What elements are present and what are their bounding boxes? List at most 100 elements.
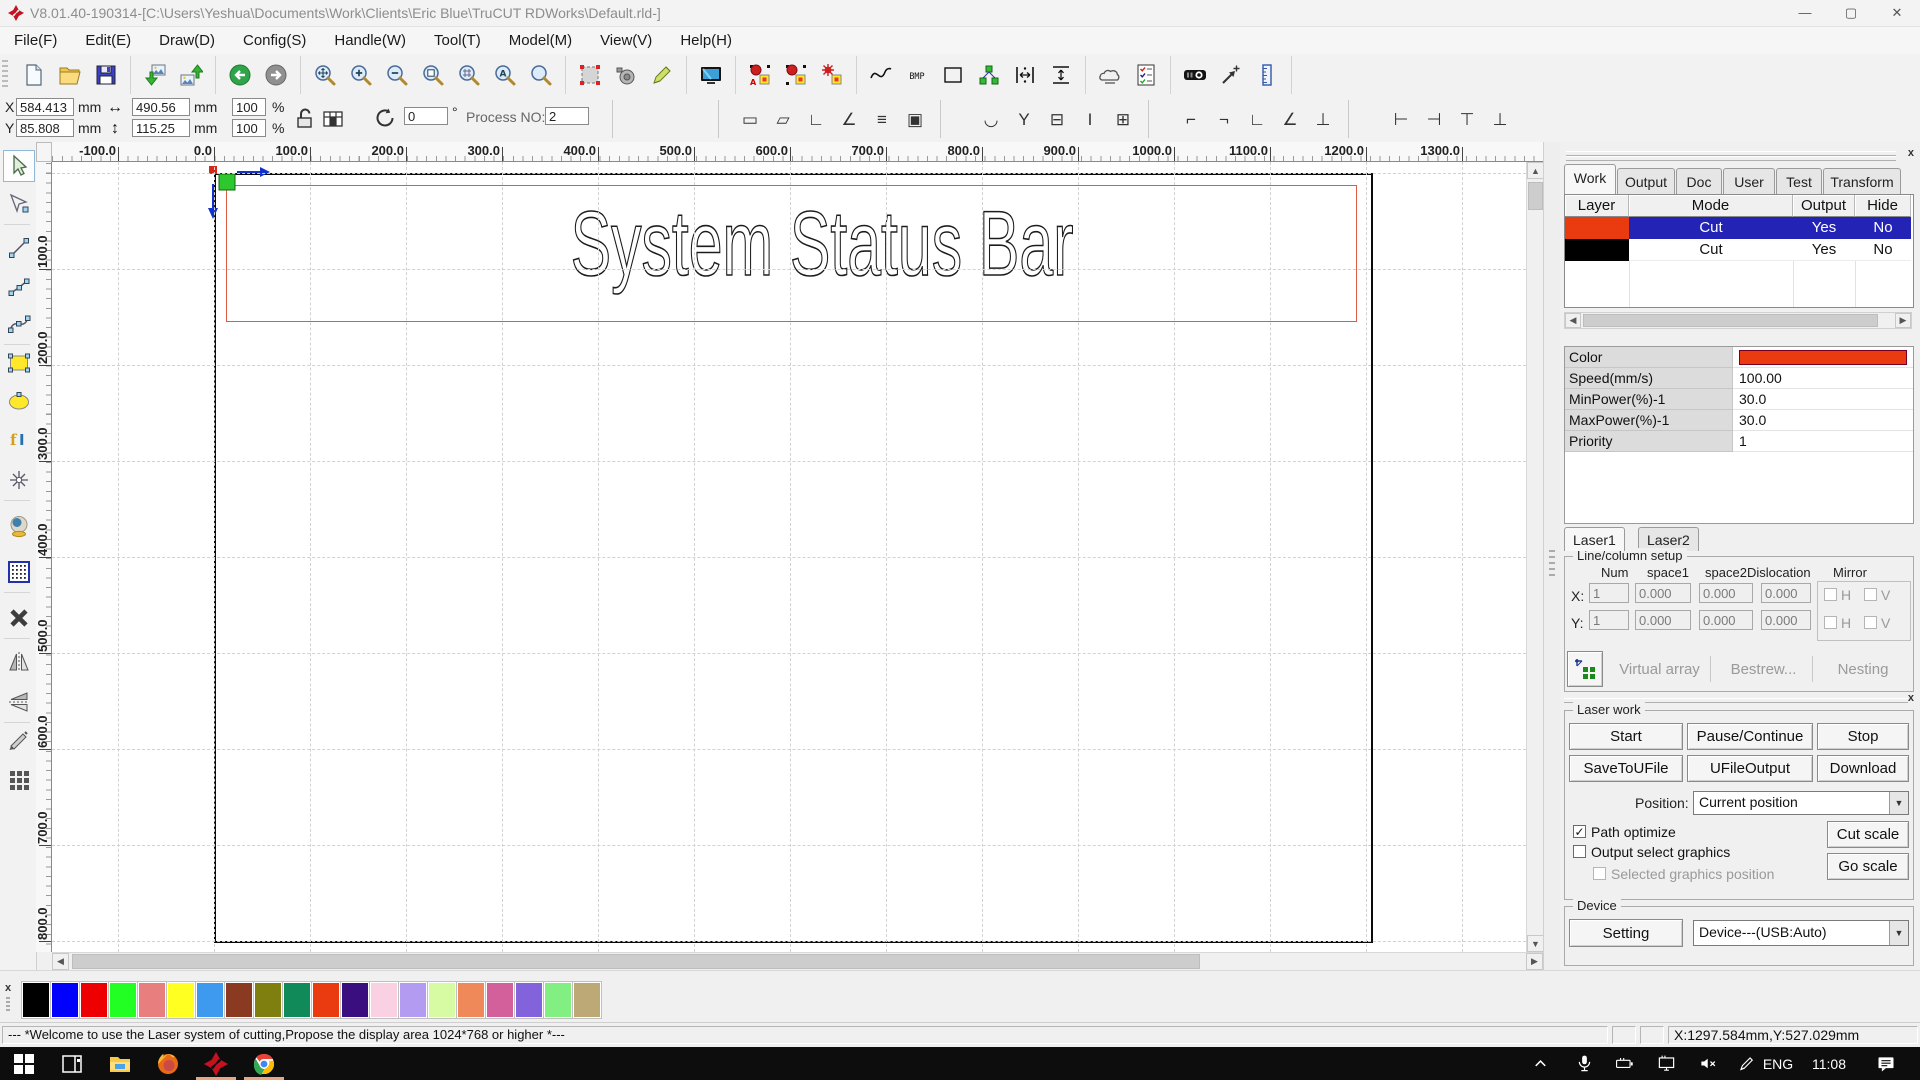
taskbar-start-button[interactable] — [0, 1050, 48, 1077]
palette-color-swatch[interactable] — [21, 981, 51, 1019]
scroll-up-button[interactable]: ▲ — [1527, 162, 1544, 179]
layer-scroll-left[interactable]: ◀ — [1565, 313, 1581, 328]
zoom-out-button[interactable] — [379, 57, 415, 93]
vscroll-thumb[interactable] — [1528, 182, 1543, 210]
tool-mirror-horizontal-button[interactable] — [3, 646, 35, 678]
maximize-button[interactable]: ▢ — [1828, 0, 1874, 26]
close-path-icon[interactable]: ⊟ — [1041, 104, 1073, 136]
drawing-canvas[interactable]: System Status Bar — [52, 162, 1526, 952]
taskbar-task-view-button[interactable] — [48, 1050, 96, 1077]
array-x-dislocation-input[interactable] — [1761, 583, 1811, 603]
language-indicator[interactable]: ENG — [1758, 1051, 1798, 1076]
palette-color-swatch[interactable] — [398, 981, 428, 1019]
palette-color-swatch[interactable] — [137, 981, 167, 1019]
trim-icon[interactable]: ▱ — [767, 104, 799, 136]
download-button[interactable]: Download — [1817, 755, 1909, 782]
palette-color-swatch[interactable] — [340, 981, 370, 1019]
tab-transform[interactable]: Transform — [1823, 168, 1901, 194]
tool-bezier-button[interactable] — [3, 308, 35, 340]
palette-color-swatch[interactable] — [514, 981, 544, 1019]
scroll-down-button[interactable]: ▼ — [1527, 935, 1544, 952]
palette-color-swatch[interactable] — [166, 981, 196, 1019]
tool-array-copy-button[interactable] — [3, 764, 35, 796]
palette-color-swatch[interactable] — [50, 981, 80, 1019]
width-scale-input[interactable] — [232, 98, 266, 116]
layer-row-output[interactable]: Yes — [1793, 217, 1855, 239]
save-to-ufile-button[interactable]: SaveToUFile — [1569, 755, 1683, 782]
palette-color-swatch[interactable] — [572, 981, 602, 1019]
align-corner-bl-icon[interactable]: ∟ — [1241, 104, 1273, 136]
array-y-space2-input[interactable] — [1699, 610, 1753, 630]
node-edit-warn-button[interactable]: A — [742, 57, 778, 93]
node-edit-star-button[interactable] — [814, 57, 850, 93]
zoom-tool-button[interactable] — [523, 57, 559, 93]
rect-draw-button[interactable] — [935, 57, 971, 93]
capture-view-button[interactable] — [608, 57, 644, 93]
marquee-select-button[interactable] — [572, 57, 608, 93]
palette-color-swatch[interactable] — [456, 981, 486, 1019]
nesting-button[interactable]: Nesting — [1817, 656, 1909, 682]
prop-value[interactable]: 30.0 — [1733, 389, 1913, 410]
minimize-button[interactable]: — — [1782, 0, 1828, 26]
menu-tool[interactable]: Tool(T) — [420, 27, 495, 54]
scroll-left-button[interactable]: ◀ — [52, 953, 69, 970]
tool-delete-button[interactable] — [3, 602, 35, 634]
tab-laser1[interactable]: Laser1 — [1564, 527, 1625, 551]
menu-config[interactable]: Config(S) — [229, 27, 320, 54]
palette-color-swatch[interactable] — [369, 981, 399, 1019]
start-button[interactable]: Start — [1569, 723, 1683, 750]
size-table-icon[interactable] — [320, 106, 346, 132]
bestrew-button[interactable]: Bestrew... — [1715, 656, 1813, 682]
zoom-select-button[interactable] — [451, 57, 487, 93]
tool-star-button[interactable] — [3, 464, 35, 496]
position-select[interactable]: Current position ▼ — [1693, 791, 1909, 815]
prop-value[interactable]: 1 — [1733, 431, 1913, 452]
palette-color-swatch[interactable] — [282, 981, 312, 1019]
tool-polyline-button[interactable] — [3, 271, 35, 303]
align-top-edge-icon[interactable]: ⊤ — [1451, 104, 1483, 136]
scroll-right-button[interactable]: ▶ — [1526, 953, 1543, 970]
align-right-edge-icon[interactable]: ⊣ — [1418, 104, 1450, 136]
layer-table-scrollbar[interactable]: ◀ ▶ — [1564, 312, 1912, 329]
menu-file[interactable]: File(F) — [0, 27, 71, 54]
canvas-hscrollbar[interactable]: ◀ ▶ — [52, 952, 1543, 971]
array-preview-button[interactable] — [1567, 651, 1603, 687]
mirror-v-x-checkbox[interactable] — [1864, 588, 1877, 601]
open-file-button[interactable] — [52, 57, 88, 93]
panel-splitter[interactable] — [1543, 142, 1561, 970]
menu-draw[interactable]: Draw(D) — [145, 27, 229, 54]
width-input[interactable] — [132, 98, 190, 116]
rotate-icon[interactable] — [372, 105, 398, 131]
pick-position-button[interactable] — [1213, 57, 1249, 93]
array-y-num-input[interactable] — [1589, 610, 1629, 630]
import-file-button[interactable] — [137, 57, 173, 93]
zoom-in-button[interactable] — [343, 57, 379, 93]
view-back-button[interactable] — [222, 57, 258, 93]
align-corner-tl-icon[interactable]: ⌐ — [1175, 104, 1207, 136]
palette-color-swatch[interactable] — [311, 981, 341, 1019]
chamfer-icon[interactable]: ∠ — [833, 104, 865, 136]
device-setting-button[interactable]: Setting — [1569, 919, 1683, 947]
save-file-button[interactable] — [88, 57, 124, 93]
layer-row-hide[interactable]: No — [1855, 217, 1911, 239]
zoom-all-button[interactable]: A — [487, 57, 523, 93]
mirror-h-x-checkbox[interactable] — [1824, 588, 1837, 601]
align-corner-tr-icon[interactable]: ¬ — [1208, 104, 1240, 136]
tool-sphere-3d-button[interactable] — [3, 510, 35, 542]
path-optimize-checkbox[interactable]: ✓ — [1573, 825, 1586, 838]
text-path-icon[interactable]: I — [1074, 104, 1106, 136]
close-button[interactable]: ✕ — [1874, 0, 1920, 26]
tool-rectangle-button[interactable] — [3, 347, 35, 379]
grid-array-icon[interactable]: ⊞ — [1107, 104, 1139, 136]
bmp-tool-button[interactable]: BMP — [899, 57, 935, 93]
align-left-edge-icon[interactable]: ⊢ — [1385, 104, 1417, 136]
chevron-down-icon[interactable]: ▼ — [1889, 921, 1908, 945]
design-text-object[interactable]: System Status Bar — [570, 192, 1074, 297]
pause-continue-button[interactable]: Pause/Continue — [1687, 723, 1813, 750]
menu-edit[interactable]: Edit(E) — [71, 27, 145, 54]
menu-help[interactable]: Help(H) — [666, 27, 746, 54]
menu-handle[interactable]: Handle(W) — [320, 27, 420, 54]
combine-icon[interactable]: ≡ — [866, 104, 898, 136]
tab-user[interactable]: User — [1723, 168, 1775, 194]
tool-dot-grid-button[interactable] — [3, 556, 35, 588]
